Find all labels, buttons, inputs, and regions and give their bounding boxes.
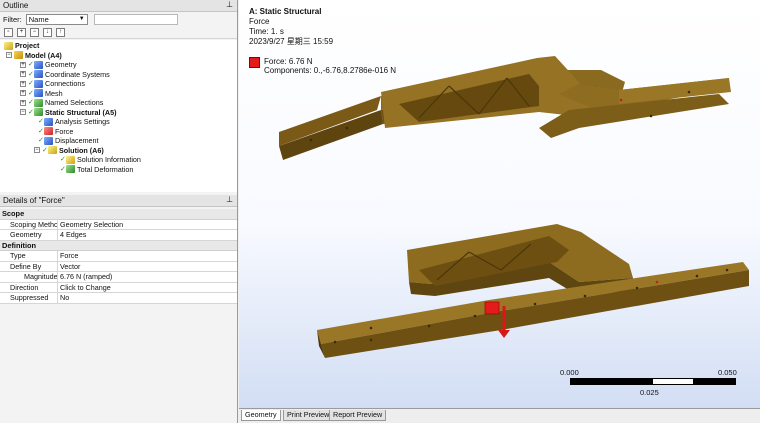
details-row[interactable]: Direction Click to Change xyxy=(0,282,237,293)
check-icon: ✓ xyxy=(60,165,66,173)
tree-node-geometry[interactable]: + ✓ Geometry xyxy=(20,60,77,70)
details-row[interactable]: Define By Vector xyxy=(0,261,237,272)
details-row[interactable]: Magnitude 6.76 N (ramped) xyxy=(0,272,237,283)
solution-icon xyxy=(48,146,57,155)
coordinate-systems-icon xyxy=(34,70,43,79)
section-scope[interactable]: Scope xyxy=(0,209,237,220)
scale-bar: 0.000 0.050 0.025 xyxy=(560,368,740,400)
expand-icon[interactable]: + xyxy=(20,90,26,97)
details-row[interactable]: Suppressed No xyxy=(0,293,237,304)
mesh-icon xyxy=(34,89,43,98)
tree-node-model[interactable]: − Model (A4) xyxy=(6,51,62,61)
info-icon xyxy=(66,155,75,164)
collapse-icon[interactable]: − xyxy=(34,147,40,154)
pin-icon[interactable]: ⊥ xyxy=(226,195,233,204)
named-selections-icon xyxy=(34,98,43,107)
outline-tree: Project − Model (A4) + ✓ Geometry + ✓ Co… xyxy=(0,40,237,192)
details-title: Details of "Force" xyxy=(3,196,65,205)
check-icon: ✓ xyxy=(28,70,34,78)
scale-segment-white xyxy=(652,378,694,385)
details-row[interactable]: Geometry 4 Edges xyxy=(0,230,237,241)
tree-node-displacement[interactable]: ✓ Displacement xyxy=(38,136,99,146)
deformation-icon xyxy=(66,165,75,174)
tree-node-solution-information[interactable]: ✓ Solution Information xyxy=(60,155,141,165)
section-definition[interactable]: Definition xyxy=(0,240,237,251)
scale-segment-black xyxy=(570,378,652,385)
tab-print-preview[interactable]: Print Preview xyxy=(283,410,334,421)
tab-report-preview[interactable]: Report Preview xyxy=(329,410,387,421)
details-panel: Details of "Force" ⊥ Scope Scoping Metho… xyxy=(0,195,237,423)
check-icon: ✓ xyxy=(28,80,34,87)
filter-label: Filter: xyxy=(3,15,22,24)
tree-node-analysis-settings[interactable]: ✓ Analysis Settings xyxy=(38,117,110,127)
collapse-icon[interactable]: − xyxy=(6,52,12,59)
check-icon: ✓ xyxy=(28,99,34,106)
expand-icon[interactable]: + xyxy=(20,61,26,68)
model-icon xyxy=(14,51,23,60)
filter-select[interactable]: Name ▼ xyxy=(25,14,88,25)
expand-icon[interactable]: + xyxy=(20,99,26,106)
tree-node-solution[interactable]: − ✓ Solution (A6) xyxy=(34,146,104,156)
details-table: Scope Scoping Method Geometry Selection … xyxy=(0,209,237,304)
filter-search-input[interactable] xyxy=(93,14,178,25)
check-icon: ✓ xyxy=(38,127,44,135)
displacement-icon xyxy=(44,136,53,145)
sort-az-icon[interactable]: ↓ xyxy=(43,28,52,37)
check-icon: ✓ xyxy=(60,156,66,163)
lower-part[interactable] xyxy=(317,224,749,358)
connections-icon xyxy=(34,79,43,88)
scale-segment-black xyxy=(694,378,736,385)
model-render[interactable] xyxy=(239,0,760,408)
details-row[interactable]: Scoping Method Geometry Selection xyxy=(0,219,237,230)
check-icon: ✓ xyxy=(28,89,34,97)
tree-node-mesh[interactable]: + ✓ Mesh xyxy=(20,89,63,99)
collapse-icon[interactable]: − xyxy=(20,109,26,116)
chevron-down-icon: ▼ xyxy=(78,16,85,22)
filter-value: Name xyxy=(28,15,49,24)
outline-title: Outline xyxy=(3,1,29,10)
scale-right-label: 0.050 xyxy=(718,368,737,377)
static-structural-icon xyxy=(34,108,43,117)
expand-icon[interactable]: + xyxy=(17,28,26,37)
tree-node-static-structural[interactable]: − ✓ Static Structural (A5) xyxy=(20,108,117,118)
tree-node-project[interactable]: Project xyxy=(4,41,39,51)
sort-za-icon[interactable]: ↑ xyxy=(56,28,65,37)
upper-part[interactable] xyxy=(279,56,731,160)
details-header: Details of "Force" ⊥ xyxy=(0,195,237,207)
new-icon[interactable]: ▫ xyxy=(4,28,13,37)
analysis-settings-icon xyxy=(44,117,53,126)
check-icon: ✓ xyxy=(38,118,44,125)
expand-icon[interactable]: + xyxy=(20,71,26,78)
project-icon xyxy=(4,41,13,50)
expand-icon[interactable]: + xyxy=(20,80,26,87)
tree-node-force[interactable]: ✓ Force xyxy=(38,127,73,137)
check-icon: ✓ xyxy=(38,137,44,144)
force-icon xyxy=(44,127,53,136)
pin-icon[interactable]: ⊥ xyxy=(226,0,233,9)
tab-geometry[interactable]: Geometry xyxy=(241,410,281,421)
geometry-icon xyxy=(34,60,43,69)
left-panel: Outline ⊥ Filter: Name ▼ ▫ + − ↓ ↑ Proje… xyxy=(0,0,238,423)
tree-node-named-selections[interactable]: + ✓ Named Selections xyxy=(20,98,103,108)
scale-mid-label: 0.025 xyxy=(640,388,659,397)
scale-left-label: 0.000 xyxy=(560,368,579,377)
check-icon: ✓ xyxy=(28,61,34,68)
check-icon: ✓ xyxy=(42,146,48,154)
outline-header: Outline ⊥ xyxy=(0,0,237,12)
tree-node-connections[interactable]: + ✓ Connections xyxy=(20,79,85,89)
graphics-viewport[interactable]: A: Static Structural Force Time: 1. s 20… xyxy=(239,0,760,408)
filter-row: Filter: Name ▼ xyxy=(0,12,237,27)
tree-node-coordinate-systems[interactable]: + ✓ Coordinate Systems xyxy=(20,70,110,80)
details-row[interactable]: Type Force xyxy=(0,251,237,262)
viewport-tabs: Geometry Print Preview Report Preview xyxy=(239,408,760,423)
tree-node-total-deformation[interactable]: ✓ Total Deformation xyxy=(60,165,133,175)
outline-toolbar: ▫ + − ↓ ↑ xyxy=(0,27,237,39)
collapse-icon[interactable]: − xyxy=(30,28,39,37)
check-icon: ✓ xyxy=(28,108,34,116)
